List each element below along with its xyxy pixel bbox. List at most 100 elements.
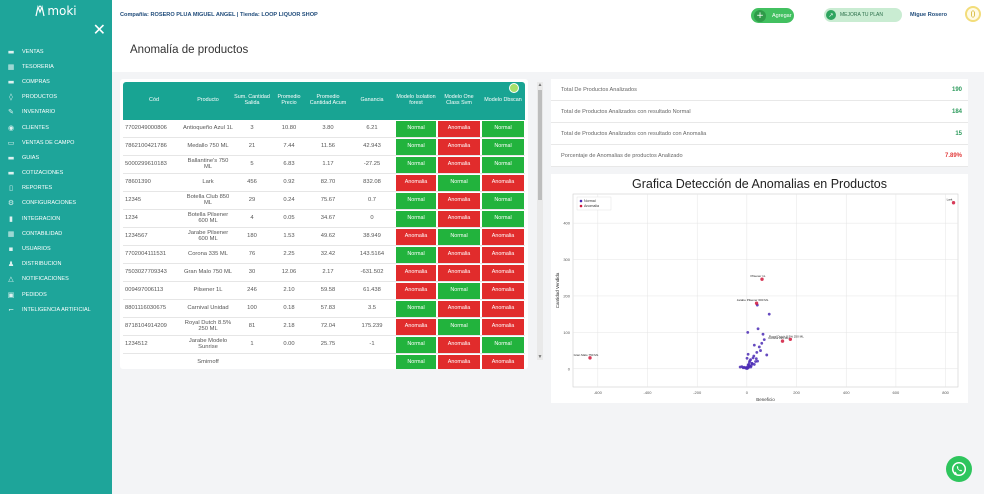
user-name[interactable]: Migue Rosero <box>910 12 947 18</box>
sidebar-item-ventas-de-campo[interactable]: ▭ VENTAS DE CAMPO <box>0 135 112 150</box>
cell-iso: Normal <box>396 193 436 209</box>
sidebar-item-label: VENTAS DE CAMPO <box>22 139 75 146</box>
cell-acum: 49.62 <box>320 233 336 240</box>
brand-logo-text: moki <box>47 4 77 18</box>
x-axis-label: Beneficio <box>756 397 775 402</box>
data-point-normal <box>747 363 751 366</box>
cell-svm: Normal <box>438 319 480 335</box>
scatter-chart: -600 -400 -200 0 200 400 600 800 0 100 200 300 400 Be… <box>555 193 959 402</box>
treasury-icon: ▦ <box>7 62 15 71</box>
sidebar-item-tesoreria[interactable]: ▦ TESORERIA <box>0 59 112 74</box>
brand-logo[interactable]: moki <box>0 0 112 22</box>
sidebar-item-label: PRODUCTOS <box>22 94 58 101</box>
sidebar-item-cotizaciones[interactable]: ▬ COTIZACIONES <box>0 166 112 181</box>
cell-salida: 30 <box>248 269 256 276</box>
data-point-normal <box>748 359 752 363</box>
cell-iso: Anomalia <box>396 175 436 191</box>
sidebar-item-reportes[interactable]: ▯ REPORTES <box>0 181 112 196</box>
legend-marker <box>579 204 583 208</box>
data-point-normal <box>752 343 756 347</box>
cell-acum: 82.70 <box>320 179 336 186</box>
cell-producto: Royal Dutch 8.5% 250 ML <box>184 320 232 332</box>
upgrade-plan-button[interactable]: ↗ MEJORA TU PLAN <box>824 8 902 22</box>
x-tick-label: 0 <box>746 390 749 395</box>
cell-acum: 1.17 <box>322 161 334 168</box>
cell-dbscan: Anomalia <box>482 229 524 245</box>
add-button[interactable]: + Agregar <box>751 8 794 23</box>
close-sidebar-icon[interactable]: ✕ <box>93 22 106 38</box>
cell-acum: 25.75 <box>320 341 336 348</box>
table-row: Smirnoff Normal Anomalia Anomalia <box>123 354 525 369</box>
cell-cod <box>125 354 183 369</box>
sidebar-item-distribucion[interactable]: ♟ DISTRIBUCION <box>0 257 112 272</box>
sidebar-item-compras[interactable]: ▬ COMPRAS <box>0 74 112 89</box>
cell-iso: Anomalia <box>396 265 436 281</box>
cell-precio: 0.05 <box>283 215 295 222</box>
sidebar-item-pedidos[interactable]: ▣ PEDIDOS <box>0 287 112 302</box>
cell-dbscan: Anomalia <box>482 355 524 369</box>
cell-precio: 2.10 <box>283 287 295 294</box>
sidebar-item-productos[interactable]: ◊ PRODUCTOS <box>0 90 112 105</box>
cell-acum: 2.17 <box>322 269 334 276</box>
sidebar-item-usuarios[interactable]: ▪ USUARIOS <box>0 241 112 256</box>
add-button-label: Agregar <box>772 12 792 19</box>
cell-ganancia: 175.239 <box>361 323 383 330</box>
sidebar-item-integracion[interactable]: ▮ INTEGRACION <box>0 211 112 226</box>
cell-svm: Anomalia <box>438 337 480 353</box>
cell-acum: 34.67 <box>320 215 336 222</box>
sidebar-item-clientes[interactable]: ◉ CLIENTES <box>0 120 112 135</box>
distribution-icon: ♟ <box>7 260 15 269</box>
cell-dbscan: Anomalia <box>482 175 524 191</box>
cell-precio: 2.25 <box>283 251 295 258</box>
x-tick-label: 200 <box>793 390 800 395</box>
scroll-down-icon[interactable]: ▼ <box>537 354 543 360</box>
cell-cod: 8718104914209 <box>125 323 167 330</box>
cell-cod: 7702004111531 <box>125 251 167 258</box>
whatsapp-icon[interactable] <box>946 456 972 482</box>
sidebar-item-notificaciones[interactable]: △ NOTIFICACIONES <box>0 272 112 287</box>
cell-ganancia: -631.502 <box>360 269 384 276</box>
cell-svm: Anomalia <box>438 265 480 281</box>
table-row: 1234 Botella Pilsener 600 ML 4 0.05 34.67 0 No… <box>123 210 525 228</box>
cell-ganancia: 0 <box>370 215 374 222</box>
cell-iso: Normal <box>396 301 436 317</box>
quotes-icon: ▬ <box>7 169 15 178</box>
cell-producto: Lark <box>202 179 214 186</box>
scrollbar-thumb[interactable] <box>538 90 542 200</box>
sidebar-item-contabilidad[interactable]: ▦ CONTABILIDAD <box>0 226 112 241</box>
point-annotation: Gran Malo 750 ML <box>574 353 599 357</box>
y-tick-label: 200 <box>563 293 570 298</box>
stat-label: Total De Productos Analizados <box>561 87 637 93</box>
cell-salida: 5 <box>250 161 254 168</box>
avatar[interactable]: () <box>965 6 981 22</box>
orders-icon: ▣ <box>7 290 15 299</box>
cell-iso: Normal <box>396 211 436 227</box>
table-header: Cód Producto Sum. Cantidad Salida Promedio … <box>123 82 525 120</box>
sidebar-item-ventas[interactable]: ▬ VENTAS <box>0 44 112 59</box>
cell-svm: Anomalia <box>438 121 480 137</box>
sidebar-item-inventario[interactable]: ✎ INVENTARIO <box>0 105 112 120</box>
cell-salida <box>233 354 271 369</box>
cell-cod: 78601390 <box>125 179 151 186</box>
cell-ganancia: -27.25 <box>363 161 381 168</box>
x-tick-label: 400 <box>843 390 850 395</box>
cell-svm: Anomalia <box>438 301 480 317</box>
sidebar-item-inteligencia-artificial[interactable]: ⌐ INTELIGENCIA ARTIFICIAL <box>0 302 112 317</box>
table-row: 8718104914209 Royal Dutch 8.5% 250 ML 81 2.… <box>123 318 525 336</box>
integration-icon: ▮ <box>9 214 13 223</box>
column-header: Cód <box>149 97 159 104</box>
cell-salida: 29 <box>248 197 256 204</box>
y-axis-label: Cantidad Vendida <box>555 272 560 308</box>
sidebar-item-configuraciones[interactable]: ⚙ CONFIGURACIONES <box>0 196 112 211</box>
cell-precio: 1.53 <box>283 233 295 240</box>
sidebar-item-label: PEDIDOS <box>22 291 47 298</box>
sidebar-item-guias[interactable]: ▬ GUIAS <box>0 150 112 165</box>
anomaly-table-card: Cód Producto Sum. Cantidad Salida Promedio … <box>120 79 528 369</box>
table-row: 1234567 Jarabe Pilsener 600 ML 180 1.53 49.6… <box>123 228 525 246</box>
scroll-up-icon[interactable]: ▲ <box>537 82 543 88</box>
guides-icon: ▬ <box>7 153 15 162</box>
data-point-normal <box>750 362 754 366</box>
table-scrollbar[interactable]: ▲ ▼ <box>537 82 543 360</box>
cell-ganancia <box>349 354 395 369</box>
cell-producto: Smirnoff <box>197 359 219 366</box>
